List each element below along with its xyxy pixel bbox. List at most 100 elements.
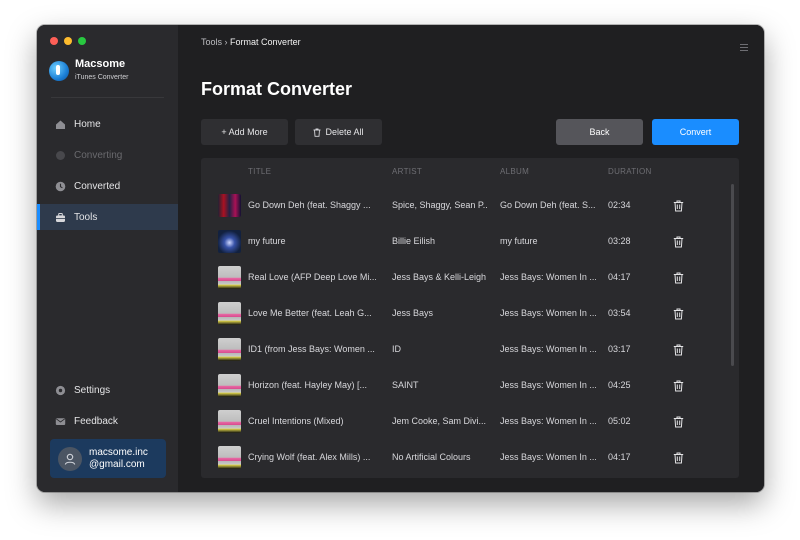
delete-all-button[interactable]: Delete All [295,119,382,145]
menu-icon[interactable] [740,38,748,56]
delete-row-trash-icon[interactable] [673,415,684,433]
column-title: TITLE [248,167,272,176]
sidebar-item-label: Converted [74,180,121,192]
track-album: Jess Bays: Women In ... [500,272,596,282]
back-label: Back [589,127,610,137]
track-duration: 02:34 [608,200,631,210]
track-duration: 03:17 [608,344,631,354]
convert-label: Convert [679,127,712,137]
track-artist: ID [392,344,401,354]
album-art-thumbnail [218,374,241,397]
sidebar-item-label: Settings [74,384,111,396]
app-logo-icon [49,60,69,81]
breadcrumb: Tools › Format Converter [201,37,301,47]
back-button[interactable]: Back [556,119,643,145]
table-row[interactable]: Real Love (AFP Deep Love Mi... Jess Bays… [201,260,721,296]
track-duration: 03:28 [608,236,631,246]
track-album: my future [500,236,538,246]
track-duration: 04:17 [608,272,631,282]
track-duration: 05:02 [608,416,631,426]
track-table: TITLE ARTIST ALBUM DURATION Go Down Deh … [201,158,739,478]
track-album: Jess Bays: Women In ... [500,452,596,462]
table-row[interactable]: ID1 (from Jess Bays: Women ... ID Jess B… [201,332,721,368]
track-album: Jess Bays: Women In ... [500,344,596,354]
delete-row-trash-icon[interactable] [673,235,684,253]
user-account-card[interactable]: macsome.inc @gmail.com [50,439,166,478]
delete-row-trash-icon[interactable] [673,307,684,325]
track-artist: Spice, Shaggy, Sean P... [392,200,488,210]
track-album: Jess Bays: Women In ... [500,380,596,390]
delete-row-trash-icon[interactable] [673,451,684,469]
breadcrumb-current: Format Converter [230,37,301,47]
sidebar-item-label: Converting [74,149,123,161]
close-window-button[interactable] [50,37,58,45]
album-art-thumbnail [218,266,241,289]
table-row[interactable]: my future Billie Eilish my future 03:28 [201,224,721,260]
delete-row-trash-icon[interactable] [673,379,684,397]
table-row[interactable]: Go Down Deh (feat. Shaggy ... Spice, Sha… [201,188,721,224]
track-title: Love Me Better (feat. Leah G... [248,308,372,318]
album-art-thumbnail [218,194,241,217]
track-duration: 03:54 [608,308,631,318]
sidebar-item-label: Home [74,118,101,130]
convert-button[interactable]: Convert [652,119,739,145]
track-album: Jess Bays: Women In ... [500,416,596,426]
track-title: ID1 (from Jess Bays: Women ... [248,344,375,354]
track-artist: Jem Cooke, Sam Divi... [392,416,487,426]
add-more-label: + Add More [221,127,268,137]
brand-name: Macsome [75,58,126,70]
column-album: ALBUM [500,167,530,176]
delete-row-trash-icon[interactable] [673,343,684,361]
column-duration: DURATION [608,167,652,176]
sidebar-item-label: Feedback [74,415,118,427]
user-icon [64,453,76,465]
sidebar-item-feedback[interactable]: Feedback [37,408,178,434]
page-title: Format Converter [201,79,353,99]
track-title: Cruel Intentions (Mixed) [248,416,344,426]
user-email-line2: @gmail.com [89,458,145,470]
main-content: Tools › Format Converter Format Converte… [178,25,764,492]
sidebar-item-label: Tools [74,211,98,223]
sidebar-divider [51,97,164,98]
converting-icon [55,150,66,161]
track-album: Go Down Deh (feat. S... [500,200,596,210]
home-icon [55,119,66,130]
track-duration: 04:25 [608,380,631,390]
track-duration: 04:17 [608,452,631,462]
table-row[interactable]: Cruel Intentions (Mixed) Jem Cooke, Sam … [201,404,721,440]
table-header: TITLE ARTIST ALBUM DURATION [201,158,739,184]
table-scrollbar[interactable] [731,184,734,366]
track-artist: Jess Bays & Kelli-Leigh [392,272,487,282]
track-title: Go Down Deh (feat. Shaggy ... [248,200,371,210]
avatar [58,446,82,471]
track-title: Real Love (AFP Deep Love Mi... [248,272,376,282]
track-artist: Billie Eilish [392,236,436,246]
sidebar-item-settings[interactable]: Settings [37,377,178,403]
track-title: Horizon (feat. Hayley May) [... [248,380,368,390]
track-album: Jess Bays: Women In ... [500,308,596,318]
add-more-button[interactable]: + Add More [201,119,288,145]
album-art-thumbnail [218,446,241,469]
delete-row-trash-icon[interactable] [673,271,684,289]
track-artist: No Artificial Colours [392,452,471,462]
track-artist: Jess Bays [392,308,434,318]
mail-icon [55,416,66,427]
delete-row-trash-icon[interactable] [673,199,684,217]
table-row[interactable]: Horizon (feat. Hayley May) [... SAINT Je… [201,368,721,404]
brand-subtitle: iTunes Converter [75,74,129,81]
sidebar-item-converted[interactable]: Converted [37,173,178,199]
sidebar-item-home[interactable]: Home [37,111,178,137]
minimize-window-button[interactable] [64,37,72,45]
table-row[interactable]: Crying Wolf (feat. Alex Mills) ... No Ar… [201,440,721,476]
column-artist: ARTIST [392,167,423,176]
gear-icon [55,385,66,396]
album-art-thumbnail [218,410,241,433]
zoom-window-button[interactable] [78,37,86,45]
sidebar-item-tools[interactable]: Tools [37,204,178,230]
traffic-lights [50,37,86,45]
track-title: Crying Wolf (feat. Alex Mills) ... [248,452,371,462]
table-row[interactable]: Love Me Better (feat. Leah G... Jess Bay… [201,296,721,332]
album-art-thumbnail [218,302,241,325]
delete-all-label: Delete All [325,127,364,137]
breadcrumb-parent[interactable]: Tools [201,37,222,47]
